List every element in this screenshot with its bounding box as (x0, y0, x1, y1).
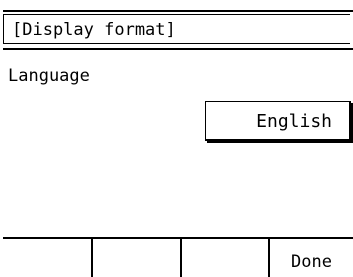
softkey-3[interactable] (182, 234, 268, 277)
softkey-1[interactable] (3, 234, 91, 277)
title-bar: [Display format] (3, 14, 350, 44)
language-value: English (256, 111, 332, 132)
display-format-screen: [Display format] Language English Done (0, 0, 353, 277)
softkey-2[interactable] (93, 234, 180, 277)
screen-title: [Display format] (12, 20, 176, 40)
done-button[interactable]: Done (270, 234, 353, 277)
done-button-label: Done (291, 252, 332, 272)
softkey-bar: Done (3, 234, 353, 277)
top-border (3, 10, 353, 12)
language-label: Language (8, 66, 90, 86)
title-divider (3, 48, 353, 50)
language-select-button[interactable]: English (205, 101, 351, 141)
